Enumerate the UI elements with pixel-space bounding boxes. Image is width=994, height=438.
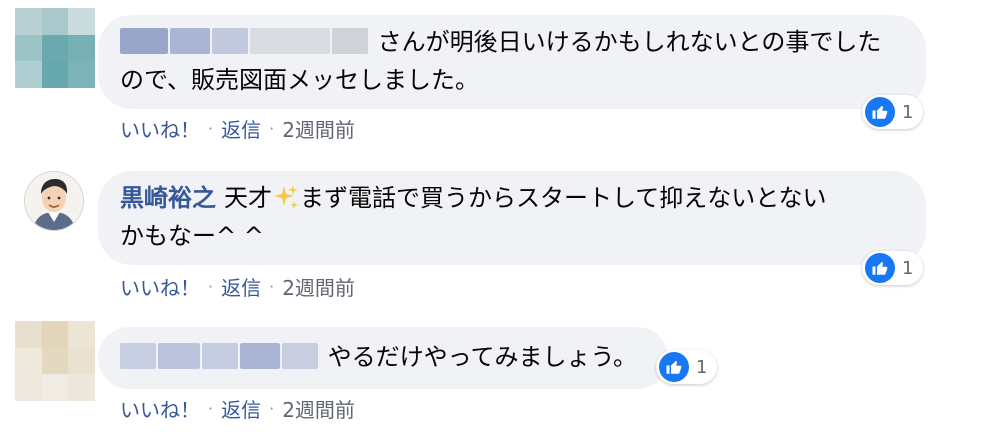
reaction-count-badge[interactable]: 1 <box>656 350 718 384</box>
comment-bubble: さんが明後日いけるかもしれないとの事でした ので、販売図面メッセしました。 <box>98 15 926 109</box>
reaction-count: 1 <box>902 257 914 279</box>
comment-actions: いいね！ · 返信 · 2週間前 <box>120 394 355 423</box>
reply-link[interactable]: 返信 <box>221 114 261 143</box>
like-link[interactable]: いいね！ <box>120 114 200 143</box>
separator: · <box>269 119 275 138</box>
avatar-illustration <box>25 172 83 230</box>
like-link[interactable]: いいね！ <box>120 272 200 301</box>
thumbs-up-icon <box>659 352 689 382</box>
avatar-blurred[interactable] <box>15 8 95 88</box>
reaction-count: 1 <box>902 101 914 123</box>
timestamp[interactable]: 2週間前 <box>282 394 355 423</box>
comment-text-line: さんが明後日いけるかもしれないとの事でした <box>120 23 904 61</box>
separator: · <box>269 277 275 296</box>
reply-link[interactable]: 返信 <box>221 394 261 423</box>
comment-text-line: かもなー^ ^ <box>120 222 264 250</box>
comment-text-line: ので、販売図面メッセしました。 <box>120 66 480 94</box>
thumbs-up-icon <box>865 97 895 127</box>
separator: · <box>269 399 275 418</box>
separator: · <box>208 119 214 138</box>
avatar[interactable] <box>24 171 84 231</box>
like-link[interactable]: いいね！ <box>120 394 200 423</box>
comment-actions: いいね！ · 返信 · 2週間前 <box>120 272 355 301</box>
author-name-blurred[interactable] <box>120 343 328 371</box>
sparkles-icon <box>272 183 300 211</box>
comment-bubble: 黒崎裕之 天才 まず電話で買うからスタートして抑えないとない かもなー^ ^ <box>98 171 926 265</box>
comment-text: 天才 <box>224 184 272 212</box>
comment-text-line: 黒崎裕之 天才 まず電話で買うからスタートして抑えないとない <box>120 179 904 217</box>
author-name-blurred[interactable] <box>120 28 378 56</box>
comment-text: まず電話で買うからスタートして抑えないとない <box>300 184 827 212</box>
thumbs-up-icon <box>865 253 895 283</box>
reaction-count: 1 <box>696 356 708 378</box>
separator: · <box>208 277 214 296</box>
comment-bubble: やるだけやってみましょう。 <box>98 327 668 389</box>
comment-actions: いいね！ · 返信 · 2週間前 <box>120 114 355 143</box>
comment-text: やるだけやってみましょう。 <box>327 343 637 371</box>
reply-link[interactable]: 返信 <box>221 272 261 301</box>
comment-text-line: やるだけやってみましょう。 <box>120 338 646 376</box>
comment-text: さんが明後日いけるかもしれないとの事でした <box>377 28 882 56</box>
reaction-count-badge[interactable]: 1 <box>862 251 924 285</box>
timestamp[interactable]: 2週間前 <box>282 114 355 143</box>
avatar-blurred[interactable] <box>15 321 95 401</box>
timestamp[interactable]: 2週間前 <box>282 272 355 301</box>
separator: · <box>208 399 214 418</box>
author-name[interactable]: 黒崎裕之 <box>120 184 216 212</box>
reaction-count-badge[interactable]: 1 <box>862 95 924 129</box>
